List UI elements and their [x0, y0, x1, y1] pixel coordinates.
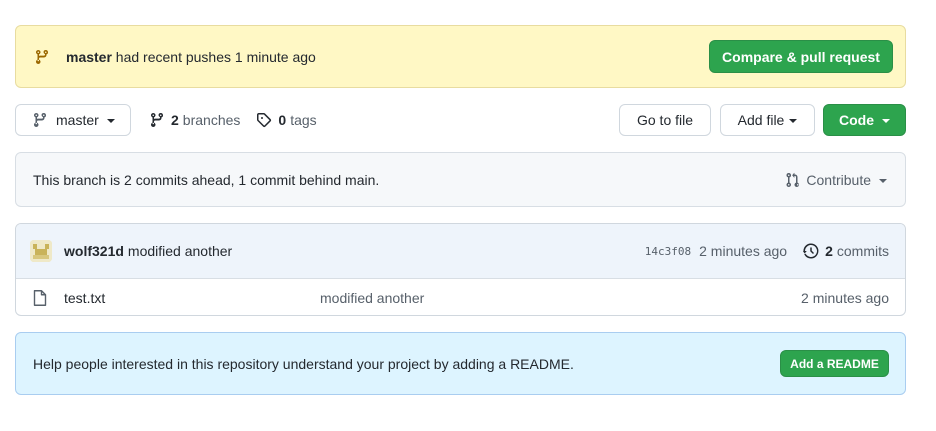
file-commit-message-link[interactable]: modified another: [320, 290, 801, 306]
recent-pushes-banner: master had recent pushes 1 minute ago Co…: [15, 25, 906, 88]
commits-label: commits: [836, 243, 889, 259]
tags-label: tags: [290, 112, 317, 128]
history-icon: [803, 243, 819, 259]
readme-prompt-text: Help people interested in this repositor…: [33, 355, 574, 372]
git-pull-request-icon: [785, 172, 801, 188]
table-row[interactable]: test.txt modified another 2 minutes ago: [16, 279, 905, 315]
contribute-dropdown[interactable]: Contribute: [785, 172, 887, 188]
avatar[interactable]: [30, 240, 52, 262]
repo-toolbar: master 2 branches 0 tags Go to file Add …: [15, 104, 906, 136]
git-branch-icon: [34, 49, 50, 65]
tags-link[interactable]: 0 tags: [256, 112, 317, 128]
chevron-down-icon: [879, 178, 887, 183]
commit-author-link[interactable]: wolf321d: [64, 243, 124, 259]
branch-status-text: This branch is 2 commits ahead, 1 commit…: [33, 171, 380, 188]
chevron-down-icon: [106, 119, 115, 123]
chevron-down-icon: [882, 119, 890, 123]
git-branch-icon: [149, 112, 165, 128]
tags-count: 0: [278, 112, 287, 128]
pushed-branch-name[interactable]: master: [66, 49, 112, 65]
branches-count: 2: [171, 112, 179, 128]
commit-message-link[interactable]: modified another: [128, 243, 645, 259]
commit-time: 2 minutes ago: [699, 243, 788, 259]
recent-pushes-text: master had recent pushes 1 minute ago: [66, 49, 709, 65]
branches-link[interactable]: 2 branches: [149, 112, 240, 128]
recent-pushes-message: had recent pushes 1 minute ago: [111, 48, 316, 65]
compare-pull-request-button[interactable]: Compare & pull request: [709, 40, 893, 73]
add-file-label: Add file: [737, 112, 785, 128]
file-name-link[interactable]: test.txt: [64, 290, 320, 306]
git-branch-icon: [32, 112, 48, 128]
add-file-button[interactable]: Add file: [720, 104, 815, 136]
file-icon: [33, 289, 47, 306]
commit-history-link[interactable]: 2 commits: [803, 243, 889, 259]
branches-label: branches: [182, 112, 241, 128]
branch-selector-label: master: [56, 112, 99, 128]
contribute-label: Contribute: [806, 171, 871, 188]
readme-prompt: Help people interested in this repositor…: [15, 332, 906, 395]
chevron-down-icon: [789, 119, 798, 123]
code-button[interactable]: Code: [823, 104, 906, 136]
code-button-label: Code: [839, 112, 874, 128]
latest-commit-row: wolf321d modified another 14c3f08 2 minu…: [16, 224, 905, 279]
file-commit-time: 2 minutes ago: [801, 289, 889, 306]
branch-status-box: This branch is 2 commits ahead, 1 commit…: [15, 152, 906, 207]
file-list: wolf321d modified another 14c3f08 2 minu…: [15, 223, 906, 316]
go-to-file-button[interactable]: Go to file: [619, 104, 711, 136]
commits-count: 2: [825, 243, 833, 259]
add-readme-button[interactable]: Add a README: [780, 350, 889, 377]
branch-selector[interactable]: master: [15, 104, 131, 136]
commit-sha-link[interactable]: 14c3f08: [645, 245, 691, 258]
tag-icon: [256, 112, 272, 128]
